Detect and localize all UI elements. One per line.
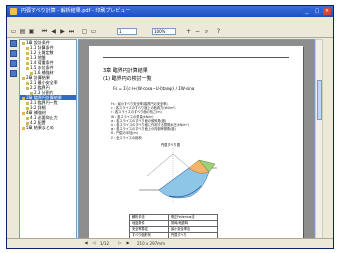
zoom-out-icon[interactable]: − <box>194 28 201 35</box>
minimize-button[interactable]: _ <box>303 8 311 15</box>
close-button[interactable]: × <box>323 8 331 15</box>
title-bar: 円弧すべり計算 - 解析結果.pdf - 印刷プレビュー _ □ × <box>7 6 333 17</box>
page-info: 1/12 <box>100 241 109 246</box>
save-icon[interactable]: ▣ <box>28 28 35 35</box>
first-page-icon[interactable]: ⏮ <box>41 28 48 35</box>
document-pane[interactable]: 3章 臨界円計算結果 (1) 臨界円の検討一覧 Fs = Σ{c·l+(W·co… <box>78 39 315 239</box>
print-icon[interactable]: ▤ <box>19 28 26 35</box>
bookmark-icon <box>22 111 25 115</box>
maximize-button[interactable]: □ <box>313 8 321 15</box>
status-bar: ◀ ◁ 1/12 ▷ ▶ 210 x 297mm <box>7 238 333 248</box>
layers-tab[interactable] <box>10 60 17 67</box>
help-icon[interactable]: ? <box>215 28 222 35</box>
bookmark-icon <box>22 126 25 130</box>
attachments-tab[interactable] <box>10 70 17 77</box>
vertical-scrollbar[interactable] <box>315 39 323 239</box>
last-page-icon[interactable]: ⏭ <box>68 28 75 35</box>
zoom-field[interactable]: 100% <box>152 28 176 35</box>
toolbar: ▭ ▤ ▣ ⏮ ◀ ▶ ⏭ ▢ ▭ 1 100% + − ⌕ ? <box>7 26 333 38</box>
result-table: 解析手法 修正Fellenius法 地盤条件 常時/地震時 安全率算定 最小安全率法 すべり… <box>129 214 218 238</box>
prev-page-icon[interactable]: ◀ <box>50 28 57 35</box>
formula-notes: Fs : 最小すべり安全率(臨界円の安全率) c : 各スライスのすべり面上の粘着… <box>111 102 189 140</box>
status-prev-icon[interactable]: ◁ <box>91 240 97 246</box>
zoom-in-icon[interactable]: + <box>185 28 192 35</box>
search-icon[interactable]: ⌕ <box>203 28 210 35</box>
section-heading: (1) 臨界円の検討一覧 <box>103 76 152 82</box>
bookmark-icon <box>26 86 29 90</box>
chapter-heading: 3章 臨界円計算結果 <box>103 68 148 74</box>
bookmarks-tab[interactable] <box>10 40 17 47</box>
bookmark-icon <box>22 96 25 100</box>
bookmark-icon <box>26 66 29 70</box>
slip-circle-figure <box>139 148 217 204</box>
tree-item[interactable]: 5章 結果まとめ <box>20 125 76 130</box>
app-window: 円弧すべり計算 - 解析結果.pdf - 印刷プレビュー _ □ × ファイル(… <box>6 5 334 249</box>
tree-item-label: 5章 結果まとめ <box>26 125 54 130</box>
bookmark-icon <box>22 41 25 45</box>
status-last-icon[interactable]: ▶ <box>125 240 131 246</box>
status-first-icon[interactable]: ◀ <box>83 240 89 246</box>
document-page: 3章 臨界円計算結果 (1) 臨界円の検討一覧 Fs = Σ{c·l+(W·co… <box>89 46 303 238</box>
window-title: 円弧すべり計算 - 解析結果.pdf - 印刷プレビュー <box>21 8 131 14</box>
page-size-info: 210 x 297mm <box>137 241 165 246</box>
next-page-icon[interactable]: ▶ <box>59 28 66 35</box>
scroll-thumb[interactable] <box>317 80 322 120</box>
page-header-line <box>103 54 289 58</box>
bookmark-tree: 1章 設計条件 1.1 計算条件 1.2 土質定数 1.3 地盤 1.4 荷重条件 1.5… <box>19 39 77 239</box>
thumbnails-tab[interactable] <box>10 50 17 57</box>
bookmark-icon <box>22 76 25 80</box>
note-line: Σ : 全スライスの総和 <box>111 135 142 140</box>
fit-page-icon[interactable]: ▢ <box>81 28 88 35</box>
status-next-icon[interactable]: ▷ <box>117 240 123 246</box>
open-icon[interactable]: ▭ <box>10 28 17 35</box>
app-icon <box>10 8 17 15</box>
left-tab-strip <box>10 40 19 120</box>
fit-width-icon[interactable]: ▭ <box>90 28 97 35</box>
safety-factor-formula: Fs = Σ{c·l+(W·cosα−U·l)tanφ} / ΣW·sinα <box>113 86 195 91</box>
page-number-field[interactable]: 1 <box>117 28 137 35</box>
